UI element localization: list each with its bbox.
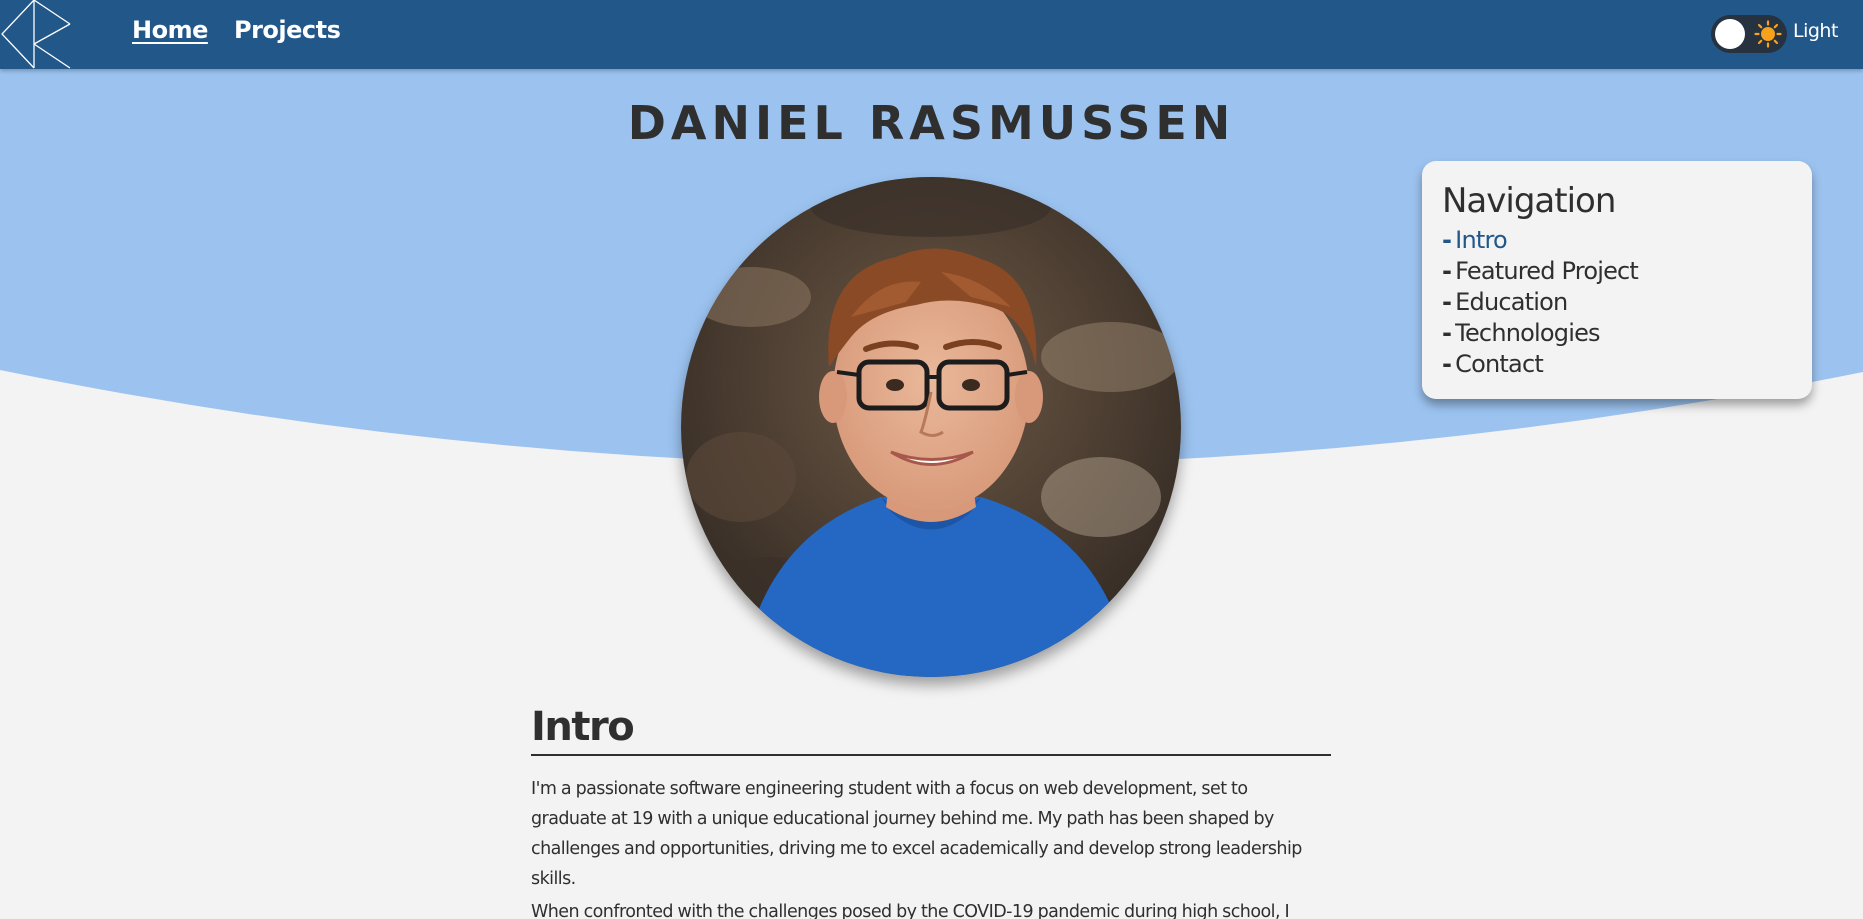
dash-icon: - [1442, 226, 1452, 254]
dash-icon: - [1442, 257, 1452, 285]
nav-item-featured-project[interactable]: - Featured Project [1442, 256, 1812, 287]
intro-paragraph-2: When confronted with the challenges pose… [531, 897, 1331, 919]
navigation-card-title: Navigation [1442, 181, 1616, 221]
nav-item-technologies[interactable]: - Technologies [1442, 318, 1812, 349]
text-line: challenges and opportunities, driving me… [531, 839, 1302, 859]
top-navbar: Home Projects Light [0, 0, 1863, 69]
nav-item-education[interactable]: - Education [1442, 287, 1812, 318]
dash-icon: - [1442, 319, 1452, 347]
nav-item-label: Featured Project [1455, 257, 1639, 285]
intro-paragraph-1: I'm a passionate software engineering st… [531, 774, 1331, 894]
theme-label: Light [1793, 20, 1838, 42]
dash-icon: - [1442, 350, 1452, 378]
profile-photo [681, 177, 1181, 677]
theme-toggle[interactable] [1711, 15, 1787, 53]
profile-photo-illustration [681, 177, 1181, 677]
navigation-card: Navigation - Intro - Featured Project - Edu… [1422, 161, 1812, 399]
page: Home Projects Light DANIEL RASMUSSEN Nav… [0, 0, 1863, 919]
text-line: skills. [531, 869, 576, 889]
intro-heading: Intro [531, 700, 1331, 756]
nav-item-label: Technologies [1455, 319, 1600, 347]
nav-link-home[interactable]: Home [132, 16, 208, 44]
text-line: I'm a passionate software engineering st… [531, 779, 1248, 799]
text-line: When confronted with the challenges pose… [531, 902, 1290, 919]
intro-body: I'm a passionate software engineering st… [531, 774, 1331, 919]
page-title: DANIEL RASMUSSEN [627, 96, 1236, 150]
nav-item-intro[interactable]: - Intro [1442, 225, 1812, 256]
nav-link-projects[interactable]: Projects [234, 16, 341, 44]
dash-icon: - [1442, 288, 1452, 316]
toggle-knob [1715, 19, 1745, 49]
text-line: graduate at 19 with a unique educational… [531, 809, 1274, 829]
nav-item-contact[interactable]: - Contact [1442, 349, 1812, 380]
nav-item-label: Contact [1455, 350, 1544, 378]
nav-item-label: Education [1455, 288, 1568, 316]
logo-icon[interactable] [0, 0, 72, 69]
intro-section: Intro I'm a passionate software engineer… [531, 700, 1331, 919]
nav-item-label: Intro [1455, 226, 1508, 254]
sun-icon [1754, 20, 1782, 48]
